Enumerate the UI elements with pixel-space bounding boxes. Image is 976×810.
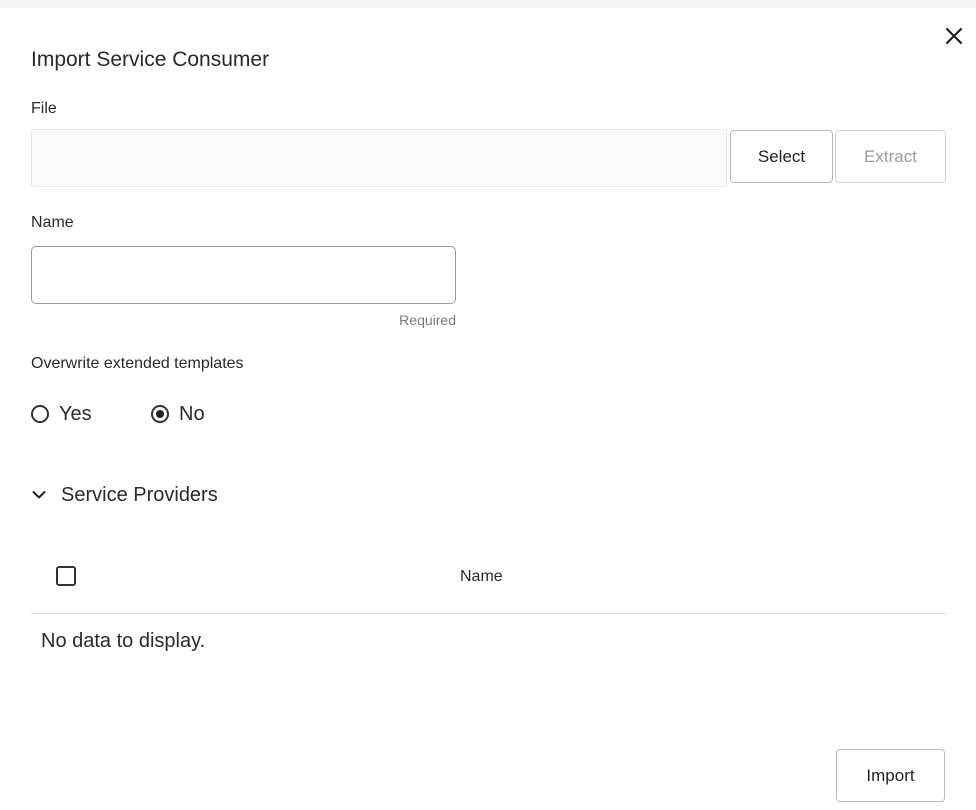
radio-selected-dot [156, 410, 164, 418]
chevron-down-icon [31, 487, 47, 503]
close-button[interactable] [942, 24, 966, 48]
empty-table-message: No data to display. [41, 630, 206, 652]
column-header-name[interactable]: Name [460, 568, 503, 586]
select-button[interactable]: Select [730, 130, 833, 183]
extract-button[interactable]: Extract [835, 130, 946, 183]
file-field[interactable] [31, 129, 727, 187]
close-icon [945, 27, 963, 45]
radio-yes-label: Yes [59, 402, 92, 425]
name-label: Name [31, 214, 74, 231]
radio-option-no[interactable]: No [151, 400, 205, 428]
select-all-checkbox[interactable] [56, 566, 76, 586]
radio-no-circle[interactable] [151, 405, 169, 423]
import-button[interactable]: Import [836, 749, 945, 802]
radio-yes-circle[interactable] [31, 405, 49, 423]
dialog-title: Import Service Consumer [31, 48, 270, 71]
required-hint: Required [399, 312, 456, 328]
top-edge [0, 0, 976, 8]
import-service-consumer-dialog: Import Service Consumer File Select Extr… [0, 8, 976, 810]
radio-no-label: No [179, 402, 205, 425]
service-providers-title: Service Providers [61, 483, 218, 506]
service-providers-toggle[interactable]: Service Providers [31, 481, 218, 509]
overwrite-label: Overwrite extended templates [31, 355, 244, 372]
radio-option-yes[interactable]: Yes [31, 400, 92, 428]
file-label: File [31, 100, 57, 117]
name-input[interactable] [31, 246, 456, 304]
table-header: Name [31, 552, 946, 614]
